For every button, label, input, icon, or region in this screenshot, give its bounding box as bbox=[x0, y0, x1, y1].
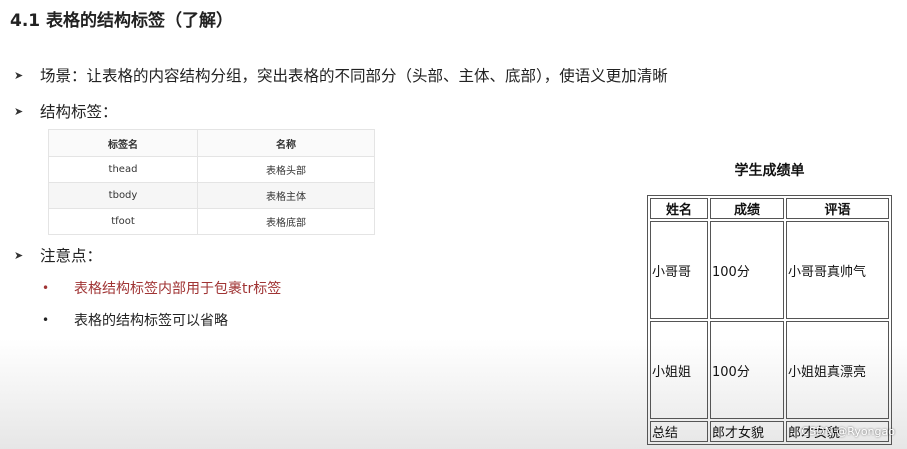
table-row: tbody 表格主体 bbox=[48, 182, 375, 209]
score-cell: 100分 bbox=[710, 321, 784, 419]
table-row: 小哥哥 100分 小哥哥真帅气 bbox=[650, 221, 889, 319]
tag-table-cell: thead bbox=[48, 156, 198, 183]
table-row: 小姐姐 100分 小姐姐真漂亮 bbox=[650, 321, 889, 419]
score-cell: 小姐姐真漂亮 bbox=[786, 321, 889, 419]
score-cell: 小姐姐 bbox=[650, 321, 708, 419]
score-table-header-row: 姓名 成绩 评语 bbox=[650, 198, 889, 219]
tag-table-cell: 表格头部 bbox=[197, 156, 375, 183]
tag-table-cell: 表格主体 bbox=[197, 182, 375, 209]
bullet-scene: ➤ 场景：让表格的内容结构分组，突出表格的不同部分（头部、主体、底部），使语义更… bbox=[14, 64, 668, 86]
note-item: • 表格的结构标签可以省略 bbox=[42, 310, 228, 330]
tag-table-header: 标签名 bbox=[48, 129, 198, 157]
note-text: 表格结构标签内部用于包裹tr标签 bbox=[74, 281, 282, 297]
page-title: 4.1 表格的结构标签（了解） bbox=[10, 11, 234, 31]
tag-table-header-row: 标签名 名称 bbox=[48, 129, 375, 157]
bullet-scene-text: 场景：让表格的内容结构分组，突出表格的不同部分（头部、主体、底部），使语义更加清… bbox=[40, 67, 668, 85]
score-table-header: 姓名 bbox=[650, 198, 708, 219]
score-table-header: 评语 bbox=[786, 198, 889, 219]
note-item: • 表格结构标签内部用于包裹tr标签 bbox=[42, 278, 281, 298]
score-table: 姓名 成绩 评语 小哥哥 100分 小哥哥真帅气 小姐姐 100分 小姐姐真漂亮… bbox=[647, 195, 892, 445]
arrow-bullet-icon: ➤ bbox=[14, 248, 24, 262]
score-footer-cell: 总结 bbox=[650, 421, 708, 442]
tag-table-cell: tfoot bbox=[48, 208, 198, 235]
score-cell: 100分 bbox=[710, 221, 784, 319]
dot-bullet-icon: • bbox=[42, 313, 50, 327]
tag-table-cell: 表格底部 bbox=[197, 208, 375, 235]
score-cell: 小哥哥真帅气 bbox=[786, 221, 889, 319]
bullet-notes: ➤ 注意点： bbox=[14, 244, 102, 266]
tag-table: 标签名 名称 thead 表格头部 tbody 表格主体 tfoot 表格底部 bbox=[48, 129, 375, 235]
arrow-bullet-icon: ➤ bbox=[14, 68, 24, 82]
dot-bullet-icon: • bbox=[42, 281, 50, 295]
tag-table-header: 名称 bbox=[197, 129, 375, 157]
score-table-caption: 学生成绩单 bbox=[734, 163, 805, 179]
bullet-notes-text: 注意点： bbox=[40, 247, 103, 265]
score-footer-cell: 郎才女貌 bbox=[710, 421, 784, 442]
table-row: thead 表格头部 bbox=[48, 156, 375, 183]
note-text: 表格的结构标签可以省略 bbox=[74, 313, 228, 329]
tag-table-cell: tbody bbox=[48, 182, 198, 209]
score-table-header: 成绩 bbox=[710, 198, 784, 219]
watermark: CSDN @Ryongao bbox=[801, 425, 895, 438]
score-cell: 小哥哥 bbox=[650, 221, 708, 319]
table-row: tfoot 表格底部 bbox=[48, 208, 375, 235]
bullet-structure-tags: ➤ 结构标签： bbox=[14, 100, 118, 122]
arrow-bullet-icon: ➤ bbox=[14, 104, 24, 118]
bullet-structure-tags-text: 结构标签： bbox=[40, 103, 118, 121]
